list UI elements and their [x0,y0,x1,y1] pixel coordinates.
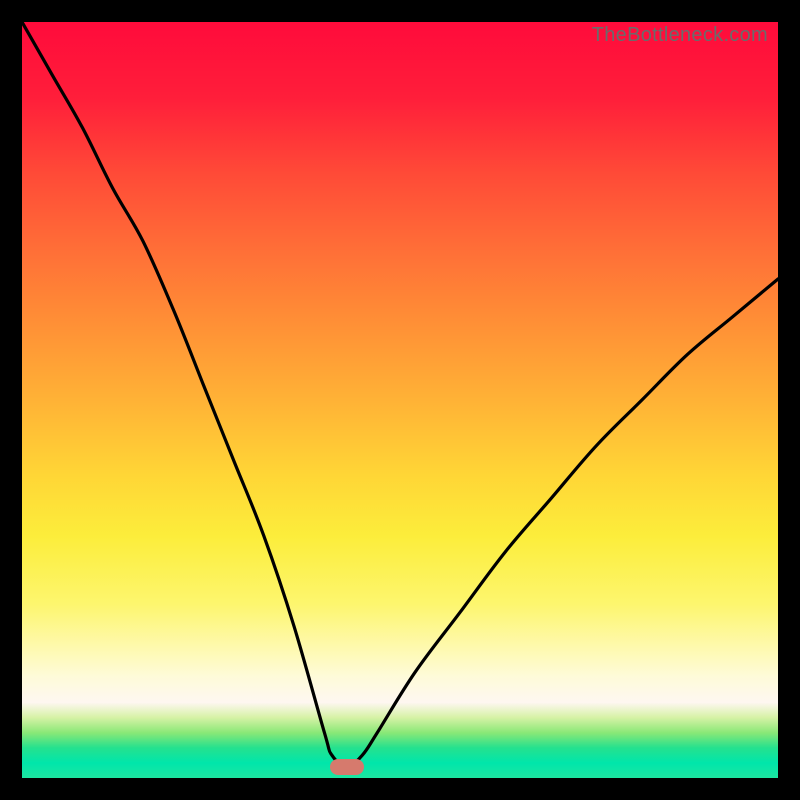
bottleneck-curve-path [22,22,778,767]
curve-svg [22,22,778,778]
optimum-marker [330,759,364,775]
chart-frame: TheBottleneck.com [0,0,800,800]
plot-area: TheBottleneck.com [22,22,778,778]
watermark-text: TheBottleneck.com [592,24,768,47]
